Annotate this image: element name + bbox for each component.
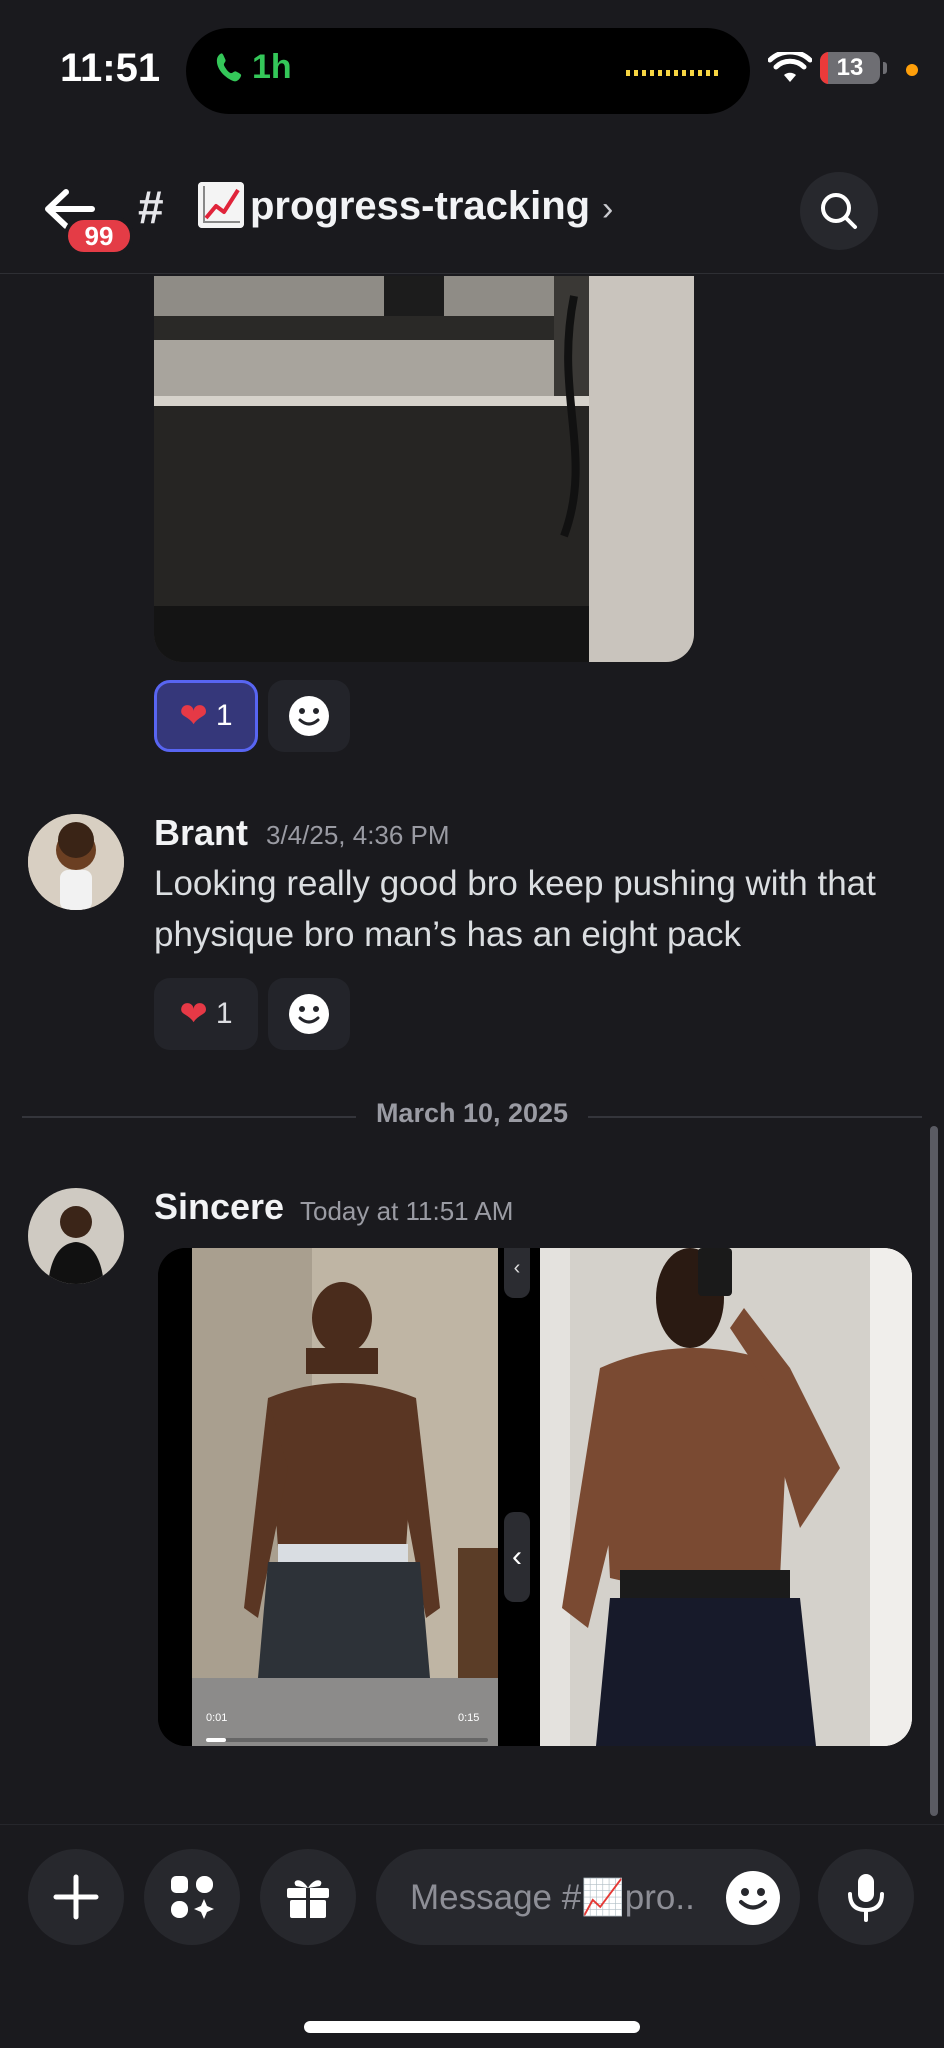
video-attachment[interactable]: 0:01 0:15 [158, 1248, 530, 1746]
status-bar: 11:51 1h 13 [0, 0, 944, 130]
battery-icon: 13 [820, 52, 880, 84]
message-timestamp: 3/4/25, 4:36 PM [266, 820, 450, 850]
hash-icon: # [138, 181, 164, 233]
call-indicator[interactable]: 1h [214, 48, 292, 87]
smiley-icon [289, 994, 329, 1034]
clock: 11:51 [60, 46, 161, 90]
avatar-image [28, 1188, 124, 1284]
author-name[interactable]: Brant [154, 812, 248, 854]
plus-icon [53, 1874, 99, 1920]
author-name[interactable]: Sincere [154, 1186, 284, 1228]
heart-icon: ❤ [179, 697, 208, 735]
voice-message-button[interactable] [818, 1849, 914, 1945]
video-total-time: 0:15 [458, 1712, 480, 1724]
avatar-image [28, 814, 124, 910]
video-progress-fill [206, 1738, 226, 1742]
gift-button[interactable] [260, 1849, 356, 1945]
apps-button[interactable] [144, 1849, 240, 1945]
reaction-count: 1 [215, 997, 233, 1030]
add-reaction-button[interactable] [268, 680, 350, 752]
search-icon [821, 193, 857, 229]
media-gallery[interactable]: 0:01 0:15 ‹ ‹ [158, 1248, 912, 1746]
dynamic-island[interactable]: 1h [186, 28, 750, 114]
message-input[interactable]: Message #📈pro.. [376, 1849, 800, 1945]
privacy-indicator-dot [906, 64, 918, 76]
audio-waveform-icon [626, 70, 720, 76]
scrollbar[interactable] [930, 1126, 938, 1816]
avatar-brant[interactable] [28, 814, 124, 910]
message-placeholder: Message #📈pro.. [410, 1878, 695, 1917]
microphone-icon [848, 1874, 884, 1922]
search-button[interactable] [800, 172, 878, 250]
message-text: Looking really good bro keep pushing wit… [154, 864, 876, 954]
message-timestamp: Today at 11:51 AM [300, 1196, 514, 1226]
carousel-collapse-handle[interactable]: ‹ [504, 1512, 530, 1602]
heart-icon: ❤ [179, 995, 208, 1033]
message-composer: Message #📈pro.. [0, 1824, 944, 2048]
smiley-icon [739, 1888, 767, 1910]
apps-icon [171, 1876, 214, 1919]
call-duration: 1h [252, 48, 292, 86]
add-reaction-button[interactable] [268, 978, 350, 1050]
battery-tip [883, 62, 887, 74]
reaction-count: 1 [215, 699, 233, 732]
date-divider: March 10, 2025 [356, 1098, 588, 1129]
video-current-time: 0:01 [206, 1712, 228, 1724]
chart-increasing-icon [198, 182, 244, 228]
battery-level: 13 [836, 54, 864, 81]
phone-icon [216, 52, 242, 81]
reaction-heart[interactable]: ❤ 1 [154, 680, 258, 752]
chevron-right-icon[interactable]: › [602, 190, 613, 229]
reaction-heart[interactable]: ❤ 1 [154, 978, 258, 1050]
image-attachment[interactable] [540, 1248, 912, 1746]
wifi-icon [768, 52, 812, 82]
carousel-prev-handle[interactable]: ‹ [504, 1248, 530, 1298]
attachment-image[interactable] [154, 276, 694, 662]
plus-button[interactable] [28, 1849, 124, 1945]
video-progress-track[interactable] [206, 1738, 488, 1742]
smiley-icon [289, 696, 329, 736]
avatar-sincere[interactable] [28, 1188, 124, 1284]
channel-name[interactable]: progress-tracking [250, 184, 590, 229]
video-thumbnail [192, 1248, 498, 1746]
stairs-photo [154, 276, 694, 662]
mirror-selfie-photo [540, 1248, 912, 1746]
home-indicator[interactable] [304, 2021, 640, 2033]
channel-header: 99 # progress-tracking › [0, 150, 944, 274]
unread-badge: 99 [64, 216, 134, 256]
gift-icon [287, 1880, 329, 1918]
emoji-button[interactable] [726, 1871, 780, 1925]
